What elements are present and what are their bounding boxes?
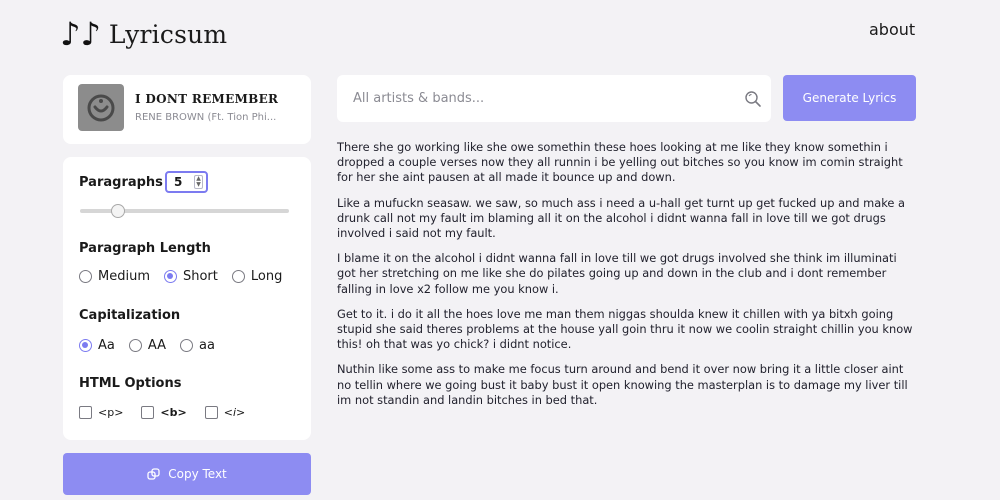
radio-medium[interactable]: [79, 270, 92, 283]
length-medium-label: Medium: [98, 269, 150, 284]
about-link[interactable]: about: [869, 20, 915, 39]
radio-short[interactable]: [163, 270, 177, 283]
lyrics-paragraph: Get to it. i do it all the hoes love me …: [337, 306, 913, 352]
artist-search: [337, 75, 771, 122]
search-input[interactable]: [353, 75, 733, 122]
lyrics-paragraph: Nuthin like some ass to make me focus tu…: [337, 362, 908, 407]
paragraphs-value: 5: [174, 175, 183, 189]
length-option-medium[interactable]: Medium: [79, 269, 150, 284]
cap-lower-label: aa: [199, 338, 215, 353]
paragraphs-stepper[interactable]: 5 ▲ ▼: [165, 171, 208, 193]
lyrics-paragraph: I blame it on the alcohol i didnt wanna …: [337, 251, 897, 296]
html-p-label: <p>: [98, 406, 124, 419]
song-title: I DONT REMEMBER: [135, 92, 279, 106]
slider-thumb[interactable]: [110, 204, 125, 218]
checkbox-i[interactable]: [204, 406, 218, 419]
html-options-label: HTML Options: [79, 376, 182, 391]
cap-upper-label: AA: [147, 338, 167, 353]
length-short-label: Short: [182, 269, 218, 284]
copy-text-label: Copy Text: [168, 467, 227, 481]
generate-lyrics-button[interactable]: Generate Lyrics: [783, 75, 916, 121]
song-card: I DONT REMEMBER RENE BROWN (Ft. Tion Phi…: [63, 75, 311, 144]
html-option-i[interactable]: <i>: [204, 406, 246, 419]
radio-cap-title[interactable]: [79, 339, 92, 352]
paragraph-length-label: Paragraph Length: [79, 241, 211, 256]
cap-option-upper[interactable]: AA: [128, 338, 167, 353]
checkbox-p[interactable]: [79, 406, 92, 419]
html-option-p[interactable]: <p>: [79, 406, 123, 419]
paragraph-length-options: Medium Short Long: [79, 269, 296, 284]
logo-text: Lyricsum: [108, 19, 228, 49]
length-option-short[interactable]: Short: [163, 269, 218, 284]
capitalization-options: Aa AA aa: [79, 338, 229, 353]
album-placeholder-icon: [87, 94, 115, 121]
radio-cap-lower[interactable]: [180, 339, 194, 352]
lyrics-paragraph: Like a mufuckn seasaw. we saw, so much a…: [337, 195, 906, 241]
stepper-arrows-icon[interactable]: ▲ ▼: [194, 175, 203, 189]
length-long-label: Long: [250, 269, 283, 284]
music-notes-icon: ♪♪: [60, 15, 101, 53]
html-options: <p> <b> <i>: [79, 406, 259, 419]
html-i-label: <i>: [223, 406, 246, 419]
radio-cap-upper[interactable]: [128, 339, 142, 352]
song-artist: RENE BROWN (Ft. Tion Phi...: [135, 112, 277, 123]
logo[interactable]: ♪♪ Lyricsum: [60, 18, 227, 50]
paragraphs-label: Paragraphs: [79, 175, 163, 190]
settings-panel: Paragraphs 5 ▲ ▼ Paragraph Length Medium …: [63, 157, 311, 440]
lyrics-output: There she go working like she owe someth…: [337, 140, 915, 418]
html-option-b[interactable]: <b>: [141, 406, 187, 419]
checkbox-b[interactable]: [141, 406, 155, 419]
radio-long[interactable]: [231, 270, 245, 283]
cap-option-title[interactable]: Aa: [79, 338, 115, 353]
cap-option-lower[interactable]: aa: [180, 338, 215, 353]
search-icon: [745, 91, 761, 107]
album-art: [78, 84, 124, 131]
cap-title-label: Aa: [98, 338, 115, 353]
capitalization-label: Capitalization: [79, 308, 181, 323]
link-icon: [147, 467, 160, 480]
html-b-label: <b>: [160, 406, 187, 419]
length-option-long[interactable]: Long: [231, 269, 283, 284]
copy-text-button[interactable]: Copy Text: [63, 453, 311, 495]
lyrics-paragraph: There she go working like she owe someth…: [337, 140, 903, 185]
paragraphs-slider[interactable]: [80, 204, 289, 218]
